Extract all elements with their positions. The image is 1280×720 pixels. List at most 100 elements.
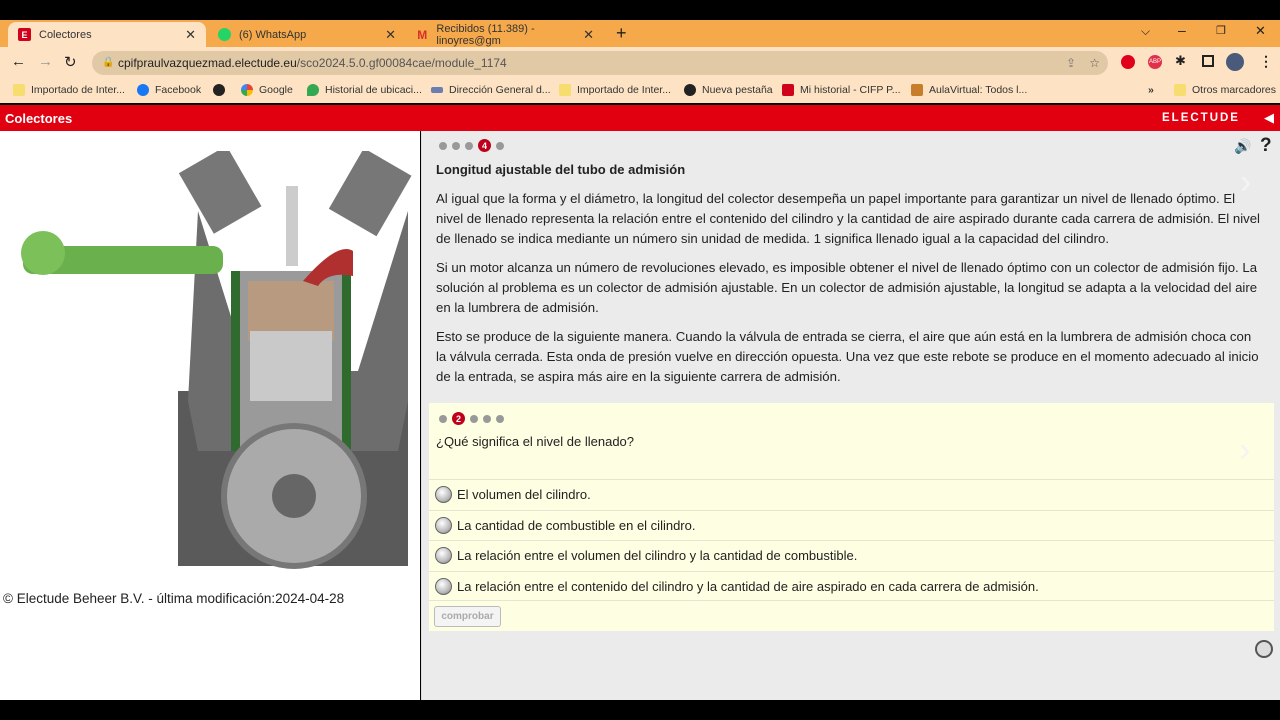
- bookmark-item[interactable]: Importado de Inter...: [559, 84, 671, 96]
- question-dot-current[interactable]: 2: [452, 412, 465, 425]
- quiz-question: ¿Qué significa el nivel de llenado?: [436, 434, 635, 449]
- question-dot[interactable]: [483, 414, 491, 423]
- radio-button[interactable]: [435, 547, 452, 564]
- side-panel-icon[interactable]: [1202, 55, 1214, 67]
- bookmark-item[interactable]: Importado de Inter...: [13, 84, 125, 96]
- electude-logo: ELECTUDE: [1162, 112, 1240, 124]
- page-dot[interactable]: [452, 141, 460, 150]
- dgt-icon: [431, 87, 443, 93]
- radio-button[interactable]: [435, 517, 452, 534]
- whatsapp-icon: [218, 28, 231, 41]
- bookmark-item[interactable]: Nueva pestaña: [684, 84, 773, 96]
- app-title: Colectores: [5, 111, 73, 126]
- globe-icon: [684, 84, 696, 96]
- option-label: La relación entre el volumen del cilindr…: [457, 548, 858, 563]
- lesson-pager: 4: [439, 139, 504, 152]
- chat-icon[interactable]: [1255, 640, 1273, 658]
- close-window-icon[interactable]: ✕: [1255, 23, 1266, 39]
- close-tab-icon[interactable]: ✕: [583, 27, 594, 43]
- bookmark-label: Otros marcadores: [1192, 84, 1277, 96]
- share-icon[interactable]: ⇪: [1066, 51, 1076, 75]
- extensions-icon[interactable]: ✱: [1175, 53, 1186, 69]
- adblock-icon[interactable]: ABP: [1148, 55, 1162, 69]
- tab-colectores[interactable]: E Colectores ✕: [8, 22, 206, 47]
- bookmark-label: Google: [259, 84, 293, 96]
- radio-button[interactable]: [435, 577, 452, 595]
- page-dot[interactable]: [465, 141, 473, 150]
- tab-label: Colectores: [39, 28, 92, 41]
- menu-icon[interactable]: ⋮: [1259, 53, 1273, 70]
- question-dot[interactable]: [470, 414, 478, 423]
- new-tab-icon[interactable]: +: [616, 23, 627, 44]
- bookmark-label: Nueva pestaña: [702, 84, 773, 96]
- avatar[interactable]: [1226, 53, 1244, 71]
- question-dot[interactable]: [496, 414, 504, 423]
- answer-option[interactable]: El volumen del cilindro.: [429, 479, 1274, 509]
- close-tab-icon[interactable]: ✕: [185, 27, 196, 43]
- bookmark-item[interactable]: Dirección General d...: [431, 84, 551, 96]
- lesson-paragraph: Si un motor alcanza un número de revoluc…: [436, 260, 1258, 315]
- question-dot[interactable]: [439, 414, 447, 423]
- lesson-title: Longitud ajustable del tubo de admisión: [436, 162, 686, 177]
- audio-icon[interactable]: 🔊: [1234, 138, 1251, 155]
- bookmark-item[interactable]: AulaVirtual: Todos l...: [911, 84, 1027, 96]
- forward-icon[interactable]: →: [38, 53, 53, 70]
- url-host: cpifpraulvazquezmad.electude.eu: [118, 56, 297, 70]
- app-header: Colectores ELECTUDE ◀: [0, 105, 1280, 131]
- bookmark-label: Facebook: [155, 84, 202, 96]
- tab-whatsapp[interactable]: (6) WhatsApp ✕: [208, 22, 406, 47]
- tab-label: Recibidos (11.389) - linoyres@gm: [436, 22, 535, 47]
- electude-icon: [782, 84, 794, 96]
- bookmark-label: Dirección General d...: [449, 84, 551, 96]
- lesson-paragraph: Al igual que la forma y el diámetro, la …: [436, 191, 1260, 246]
- answer-option[interactable]: La cantidad de combustible en el cilindr…: [429, 510, 1274, 540]
- next-question-arrow[interactable]: ›: [1239, 431, 1250, 470]
- bookmark-item[interactable]: [213, 84, 231, 96]
- quiz-panel: 2 ¿Qué significa el nivel de llenado? › …: [429, 403, 1274, 631]
- answer-option[interactable]: La relación entre el volumen del cilindr…: [429, 540, 1274, 570]
- opera-extension-icon[interactable]: [1121, 55, 1135, 69]
- engine-illustration: [21, 151, 412, 569]
- folder-icon: [1174, 84, 1186, 96]
- moodle-icon: [911, 84, 923, 96]
- collapse-icon[interactable]: ◀: [1264, 110, 1274, 126]
- help-icon[interactable]: ?: [1260, 135, 1272, 157]
- folder-icon: [13, 84, 25, 96]
- bookmark-item[interactable]: Mi historial - CIFP P...: [782, 84, 901, 96]
- page-dot[interactable]: [439, 141, 447, 150]
- facebook-icon: [137, 84, 149, 96]
- option-label: La cantidad de combustible en el cilindr…: [457, 518, 696, 533]
- reload-icon[interactable]: ↻: [64, 53, 77, 71]
- url-path: /sco2024.5.0.gf00084cae/module_1174: [296, 56, 507, 70]
- quiz-pager: 2: [439, 412, 504, 425]
- more-bookmarks-button[interactable]: »: [1148, 84, 1154, 96]
- page-dot-current[interactable]: 4: [478, 139, 491, 152]
- radio-button[interactable]: [435, 486, 452, 503]
- lesson-paragraph: Esto se produce de la siguiente manera. …: [436, 329, 1259, 384]
- bookmark-label: AulaVirtual: Todos l...: [929, 84, 1028, 96]
- bookmark-label: Importado de Inter...: [577, 84, 671, 96]
- bookmark-star-icon[interactable]: ☆: [1089, 51, 1100, 75]
- copyright-footer: © Electude Beheer B.V. - última modifica…: [3, 591, 345, 606]
- check-button[interactable]: comprobar: [434, 606, 501, 627]
- close-tab-icon[interactable]: ✕: [385, 27, 396, 43]
- bookmark-item[interactable]: Facebook: [137, 84, 201, 96]
- answer-option[interactable]: La relación entre el contenido del cilin…: [429, 571, 1274, 601]
- illustration-panel: © Electude Beheer B.V. - última modifica…: [0, 131, 420, 700]
- maximize-icon[interactable]: ❐: [1216, 24, 1226, 37]
- other-bookmarks[interactable]: Otros marcadores: [1174, 84, 1276, 96]
- tab-gmail[interactable]: M Recibidos (11.389) - linoyres@gm ✕: [406, 22, 604, 47]
- bookmark-label: Mi historial - CIFP P...: [800, 84, 901, 96]
- google-icon: [241, 84, 253, 96]
- back-icon[interactable]: ←: [11, 53, 26, 70]
- minimize-icon[interactable]: –: [1178, 22, 1186, 38]
- bookmark-item[interactable]: Google: [241, 84, 293, 96]
- option-label: El volumen del cilindro.: [457, 487, 591, 502]
- tab-search-icon[interactable]: ⌵: [1141, 24, 1150, 39]
- tab-bar: E Colectores ✕ (6) WhatsApp ✕ M Recibidos (1…: [0, 20, 1280, 47]
- folder-icon: [559, 84, 571, 96]
- address-bar[interactable]: 🔒 cpifpraulvazquezmad.electude.eu/sco2024…: [92, 51, 1108, 75]
- lesson-panel: 4 🔊 ? › Longitud ajustable del tubo de a…: [421, 131, 1280, 700]
- page-dot[interactable]: [496, 141, 504, 150]
- bookmark-item[interactable]: Historial de ubicaci...: [307, 84, 422, 96]
